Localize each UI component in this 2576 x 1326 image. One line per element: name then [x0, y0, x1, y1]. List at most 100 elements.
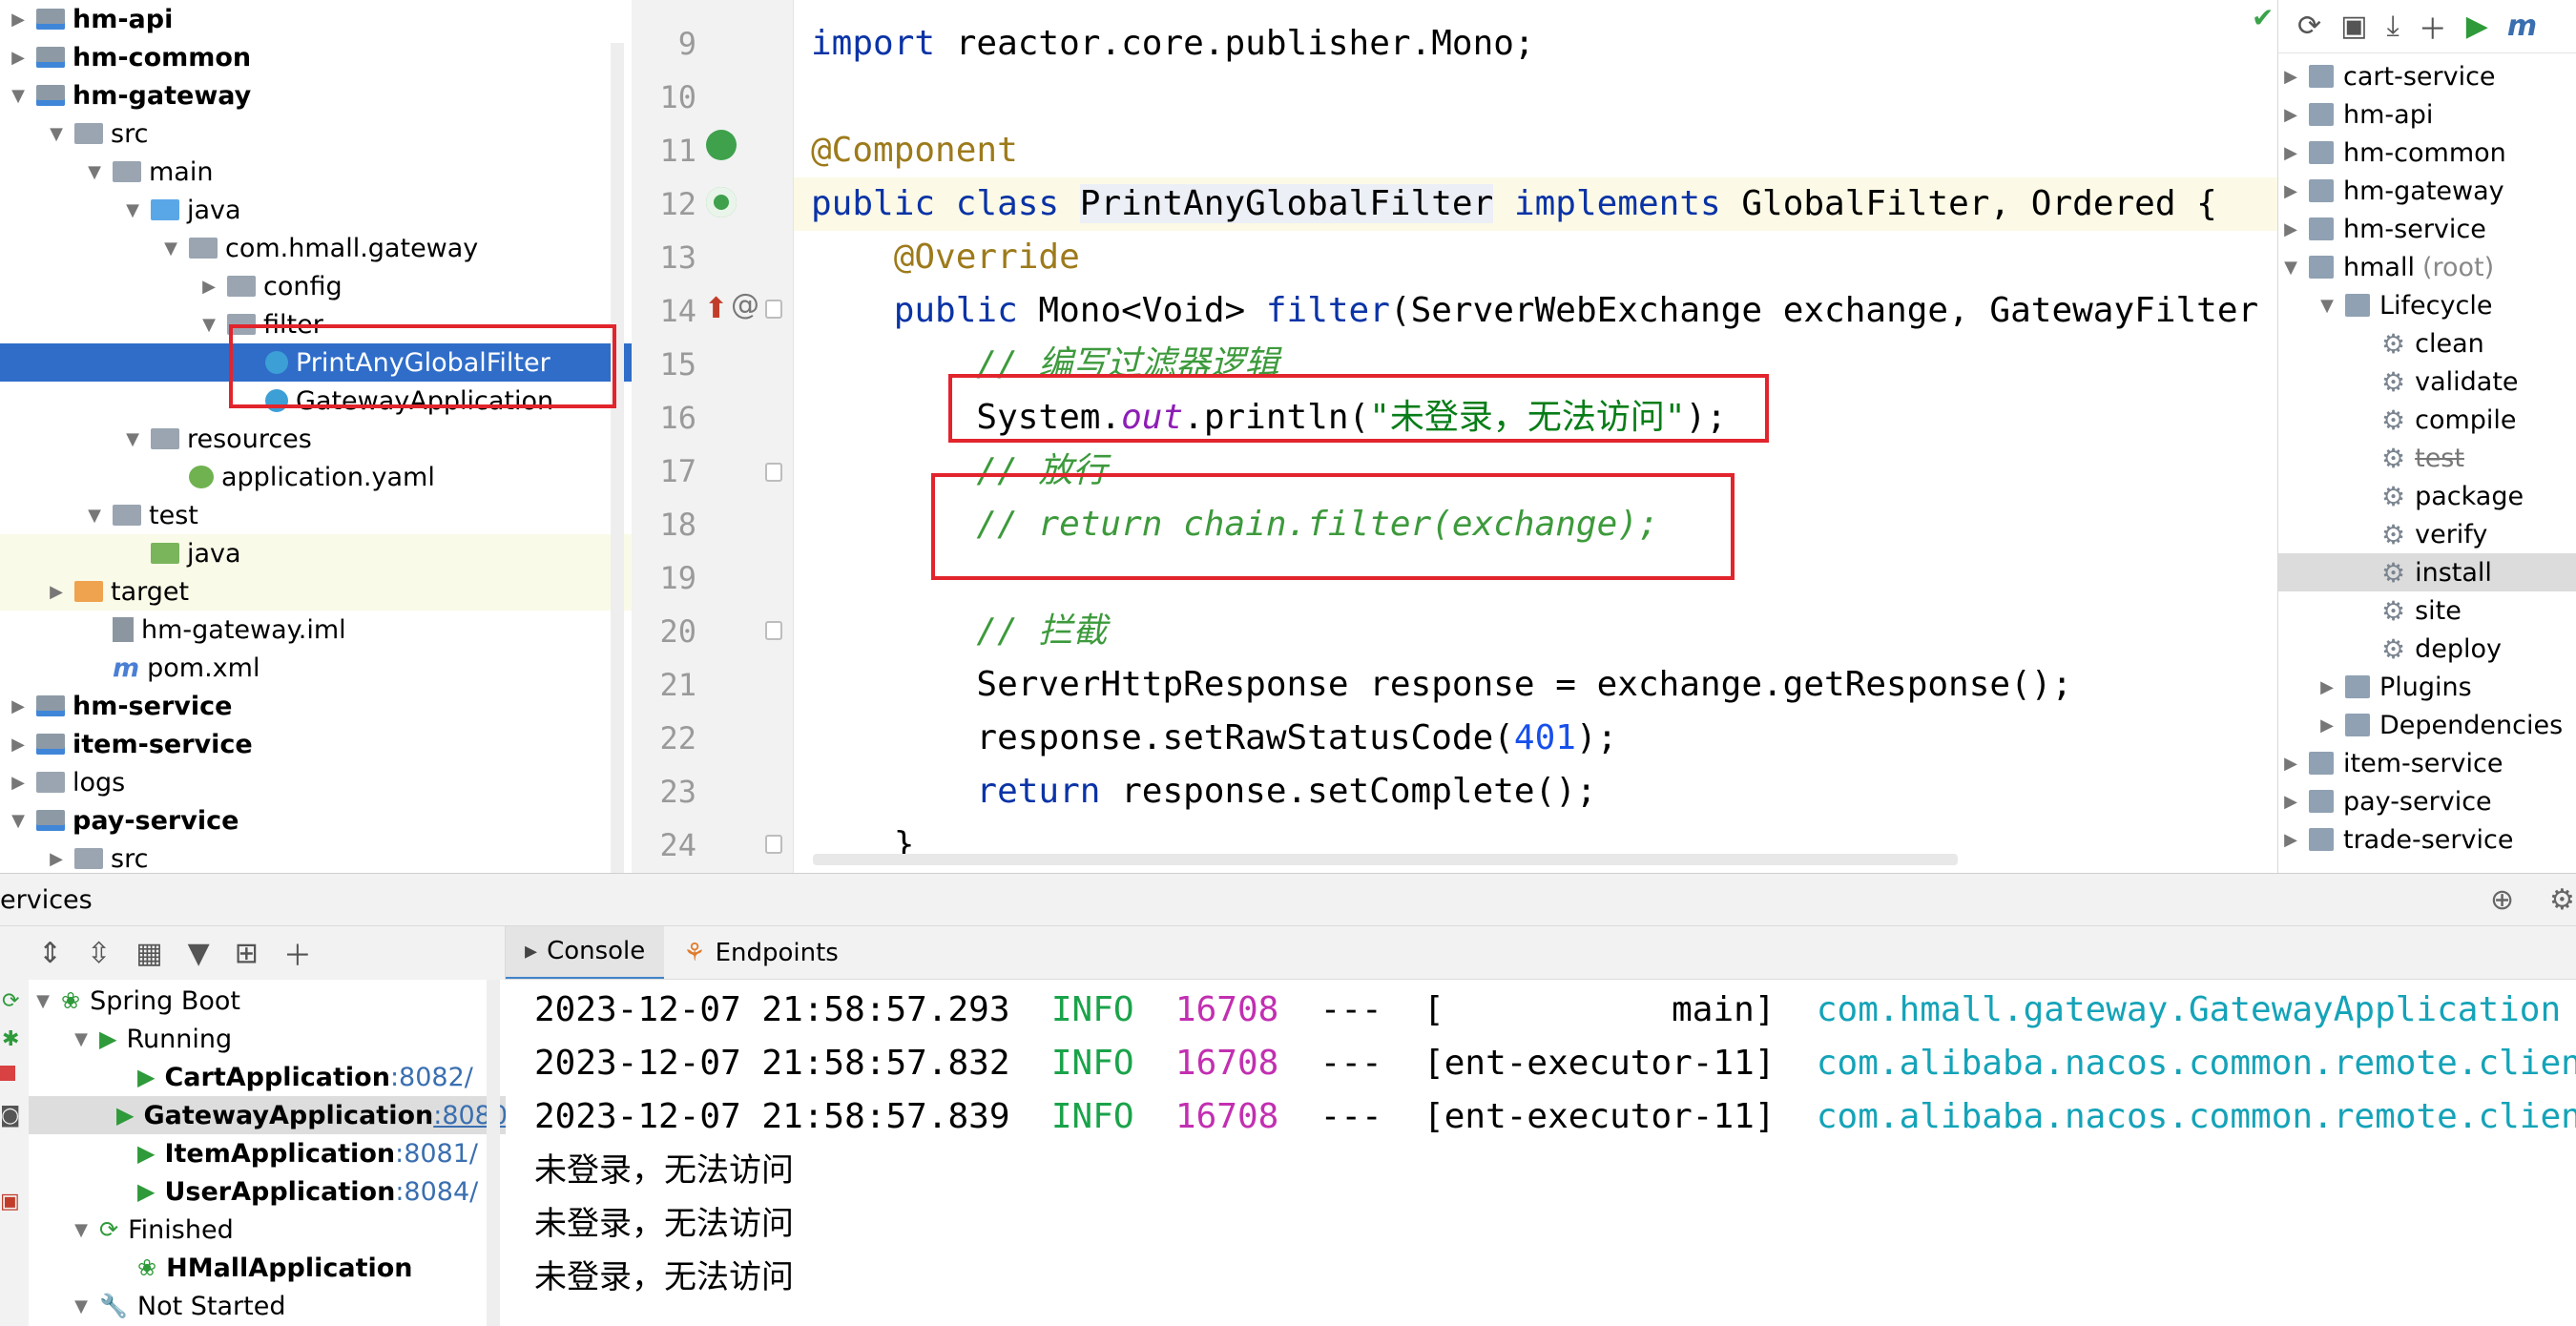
fold-marker-icon[interactable]: [765, 463, 782, 482]
stop-icon[interactable]: [0, 1066, 15, 1081]
fold-marker-icon[interactable]: [765, 621, 782, 640]
maven-tree-item[interactable]: ▶ pay-service: [2278, 782, 2576, 820]
maven-tree-item[interactable]: ⚙ test: [2278, 439, 2576, 477]
override-icon[interactable]: ⬆: [704, 292, 728, 325]
chevron-down-icon[interactable]: ▼: [198, 315, 219, 335]
maven-tree-item[interactable]: ▶ Plugins: [2278, 668, 2576, 706]
reload-icon[interactable]: ⟳: [2297, 10, 2321, 43]
chevron-down-icon[interactable]: ▼: [32, 991, 53, 1011]
project-scrollbar[interactable]: [611, 43, 624, 873]
service-tree-item[interactable]: ▶ UserApplication:8084/: [29, 1172, 506, 1211]
chevron-right-icon[interactable]: ▶: [46, 849, 67, 869]
chevron-down-icon[interactable]: ▼: [84, 162, 105, 182]
project-tree-item[interactable]: ▶ src: [0, 839, 632, 874]
project-tree-item[interactable]: ▼ resources: [0, 420, 632, 458]
chevron-right-icon[interactable]: ▶: [8, 696, 29, 716]
chevron-down-icon[interactable]: ▼: [71, 1296, 92, 1316]
settings-icon[interactable]: ⚙: [2549, 883, 2575, 917]
maven-tree-item[interactable]: ▶ hm-gateway: [2278, 172, 2576, 210]
chevron-right-icon[interactable]: ▶: [198, 277, 219, 297]
maven-tree-item[interactable]: ▶ Dependencies: [2278, 706, 2576, 744]
maven-tree-item[interactable]: ⚙ verify: [2278, 515, 2576, 553]
service-tree-item[interactable]: ▼ ❀ Spring Boot: [29, 982, 506, 1020]
chevron-right-icon[interactable]: ▶: [2280, 830, 2301, 850]
console-output[interactable]: 2023-12-07 21:58:57.293 INFO 16708 --- […: [506, 980, 2576, 1326]
fold-marker-icon[interactable]: [765, 835, 782, 854]
chevron-right-icon[interactable]: ▶: [2316, 677, 2337, 697]
chevron-down-icon[interactable]: ▼: [160, 238, 181, 259]
maven-tree-item[interactable]: ⚙ deploy: [2278, 630, 2576, 668]
annotation-icon[interactable]: @: [731, 288, 759, 321]
service-port-link[interactable]: :8084/: [395, 1177, 478, 1207]
service-tree-item[interactable]: ▼ ▶ Running: [29, 1020, 506, 1058]
service-tree-item[interactable]: ▶ CartApplication:8082/: [29, 1058, 506, 1096]
code-line[interactable]: response.setRawStatusCode(401);: [811, 712, 1617, 765]
chevron-right-icon[interactable]: ▶: [2316, 715, 2337, 736]
chevron-right-icon[interactable]: ▶: [2280, 219, 2301, 239]
project-tree-item[interactable]: m pom.xml: [0, 649, 632, 687]
service-tree-item[interactable]: ▶ ItemApplication:8081/: [29, 1134, 506, 1172]
maven-tree-item[interactable]: ▶ item-service: [2278, 744, 2576, 782]
filter-icon[interactable]: ▼: [188, 937, 210, 970]
project-tree-item[interactable]: ▶ hm-service: [0, 687, 632, 725]
collapse-all-icon[interactable]: ⇳: [87, 937, 111, 970]
maven-goal-icon[interactable]: m: [2507, 10, 2537, 43]
project-tree-item[interactable]: ▶ config: [0, 267, 632, 305]
project-tree-item[interactable]: application.yaml: [0, 458, 632, 496]
chevron-right-icon[interactable]: ▶: [46, 582, 67, 602]
project-tree-item[interactable]: ▼ com.hmall.gateway: [0, 229, 632, 267]
project-tree-item[interactable]: ▼ hm-gateway: [0, 76, 632, 114]
project-tree-item[interactable]: ▶ logs: [0, 763, 632, 801]
project-tree-item[interactable]: ▶ target: [0, 572, 632, 611]
run-icon[interactable]: ▶: [2466, 10, 2488, 43]
chevron-right-icon[interactable]: ▶: [2280, 181, 2301, 201]
maven-tree-item[interactable]: ▼ Lifecycle: [2278, 286, 2576, 324]
maven-tree-item[interactable]: ▶ hm-service: [2278, 210, 2576, 248]
project-tree-item[interactable]: ▼ src: [0, 114, 632, 153]
chevron-down-icon[interactable]: ▼: [8, 811, 29, 831]
service-port-link[interactable]: :8082/: [390, 1063, 473, 1092]
chevron-right-icon[interactable]: ▶: [2280, 143, 2301, 163]
project-tree-item[interactable]: ▶ hm-common: [0, 38, 632, 76]
code-line[interactable]: public class PrintAnyGlobalFilter implem…: [794, 177, 2277, 231]
chevron-right-icon[interactable]: ▶: [2280, 754, 2301, 774]
maven-tree-item[interactable]: ▶ hm-common: [2278, 134, 2576, 172]
project-tree-item[interactable]: ▼ main: [0, 153, 632, 191]
code-line[interactable]: public Mono<Void> filter(ServerWebExchan…: [811, 284, 2259, 338]
add-icon[interactable]: ＋: [2419, 6, 2447, 48]
service-tree-item[interactable]: ▼ 🔧 Not Started: [29, 1287, 506, 1325]
maven-tree-item[interactable]: ⚙ package: [2278, 477, 2576, 515]
new-tab-icon[interactable]: ⊞: [235, 937, 259, 970]
maven-tree-item[interactable]: ⚙ site: [2278, 591, 2576, 630]
maven-tree-item[interactable]: ⚙ validate: [2278, 363, 2576, 401]
project-tree-item[interactable]: ▼ java: [0, 191, 632, 229]
generate-sources-icon[interactable]: ▣: [2340, 10, 2367, 43]
chevron-right-icon[interactable]: ▶: [2280, 105, 2301, 125]
chevron-down-icon[interactable]: ▼: [71, 1029, 92, 1049]
project-tree-item[interactable]: ▶ hm-api: [0, 0, 632, 38]
chevron-down-icon[interactable]: ▼: [122, 200, 143, 220]
chevron-right-icon[interactable]: ▶: [2280, 67, 2301, 87]
expand-all-icon[interactable]: ⇕: [38, 937, 62, 970]
camera-icon[interactable]: ◙: [0, 1104, 20, 1128]
add-service-icon[interactable]: ＋: [283, 932, 312, 974]
chevron-right-icon[interactable]: ▶: [8, 10, 29, 30]
bean-icon[interactable]: [706, 130, 737, 160]
restore-icon[interactable]: ▣: [0, 1190, 20, 1213]
chevron-down-icon[interactable]: ▼: [2280, 258, 2301, 278]
editor-horizontal-scrollbar[interactable]: [813, 854, 1958, 865]
download-icon[interactable]: ⤓: [2387, 10, 2399, 43]
spring-class-icon[interactable]: [706, 187, 737, 218]
maven-tree-item[interactable]: ⚙ compile: [2278, 401, 2576, 439]
maven-tree-item[interactable]: ▶ hm-api: [2278, 95, 2576, 134]
service-tree-item[interactable]: ▶GatewayApplication:8080/: [29, 1096, 506, 1134]
chevron-down-icon[interactable]: ▼: [122, 429, 143, 449]
tab-console[interactable]: ▸ Console: [506, 926, 665, 979]
chevron-down-icon[interactable]: ▼: [2316, 296, 2337, 316]
project-tree-item[interactable]: hm-gateway.iml: [0, 611, 632, 649]
service-tree-item[interactable]: ▼ ⟳ Finished: [29, 1211, 506, 1249]
project-tree-item[interactable]: ▶ item-service: [0, 725, 632, 763]
services-scrollbar[interactable]: [487, 980, 500, 1326]
maven-tree-item[interactable]: ▶ trade-service: [2278, 820, 2576, 859]
chevron-right-icon[interactable]: ▶: [8, 48, 29, 68]
